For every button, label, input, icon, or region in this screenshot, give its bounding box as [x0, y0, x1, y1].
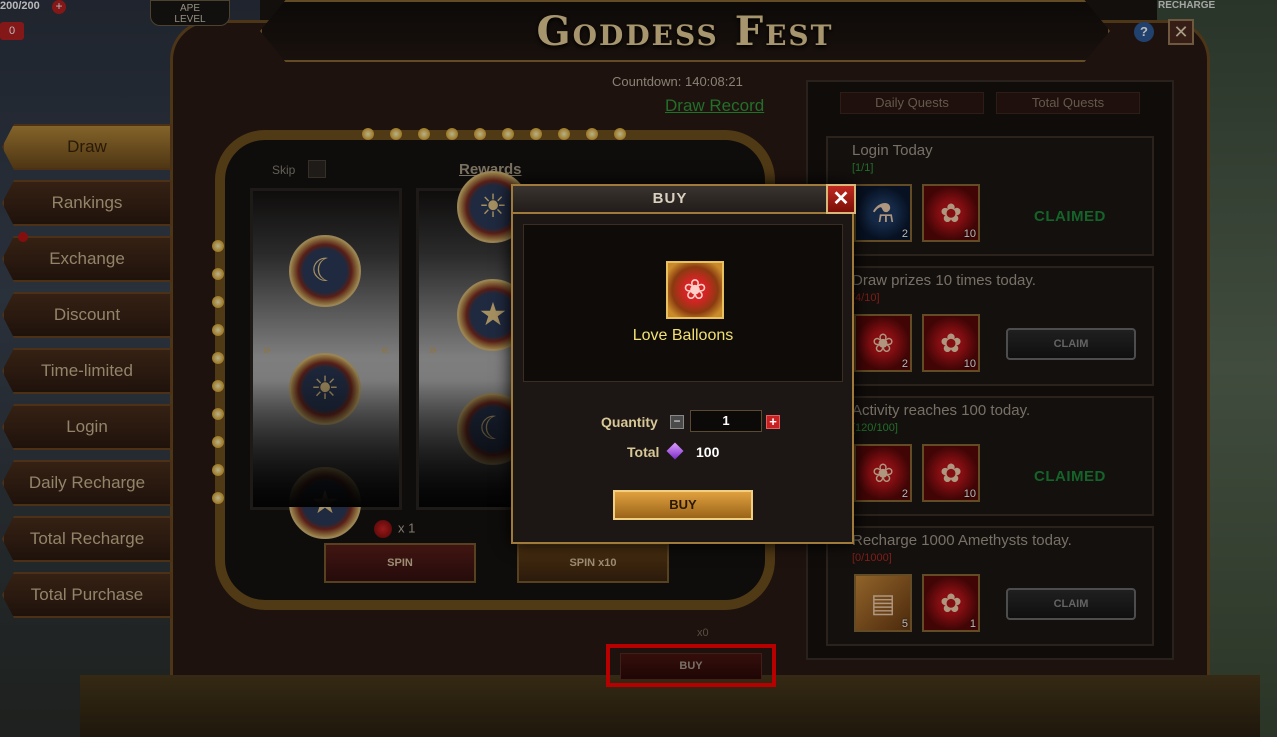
item-name: Love Balloons: [632, 327, 734, 344]
close-icon[interactable]: ✕: [826, 184, 856, 214]
buy-dialog: BUY ✕ ❀ Love Balloons Quantity − 1 + Tot…: [511, 184, 856, 544]
quantity-decrease-button[interactable]: −: [670, 415, 684, 429]
amethyst-icon: [666, 442, 684, 460]
rose-item-icon: ❀: [666, 261, 724, 319]
confirm-buy-button[interactable]: BUY: [613, 490, 753, 520]
total-label: Total: [627, 444, 660, 460]
quantity-increase-button[interactable]: +: [766, 415, 780, 429]
quantity-label: Quantity: [601, 414, 658, 430]
dialog-title: BUY: [513, 186, 827, 214]
total-value: 100: [696, 444, 720, 460]
quantity-input[interactable]: 1: [690, 410, 762, 432]
item-preview: ❀ Love Balloons: [523, 224, 843, 382]
